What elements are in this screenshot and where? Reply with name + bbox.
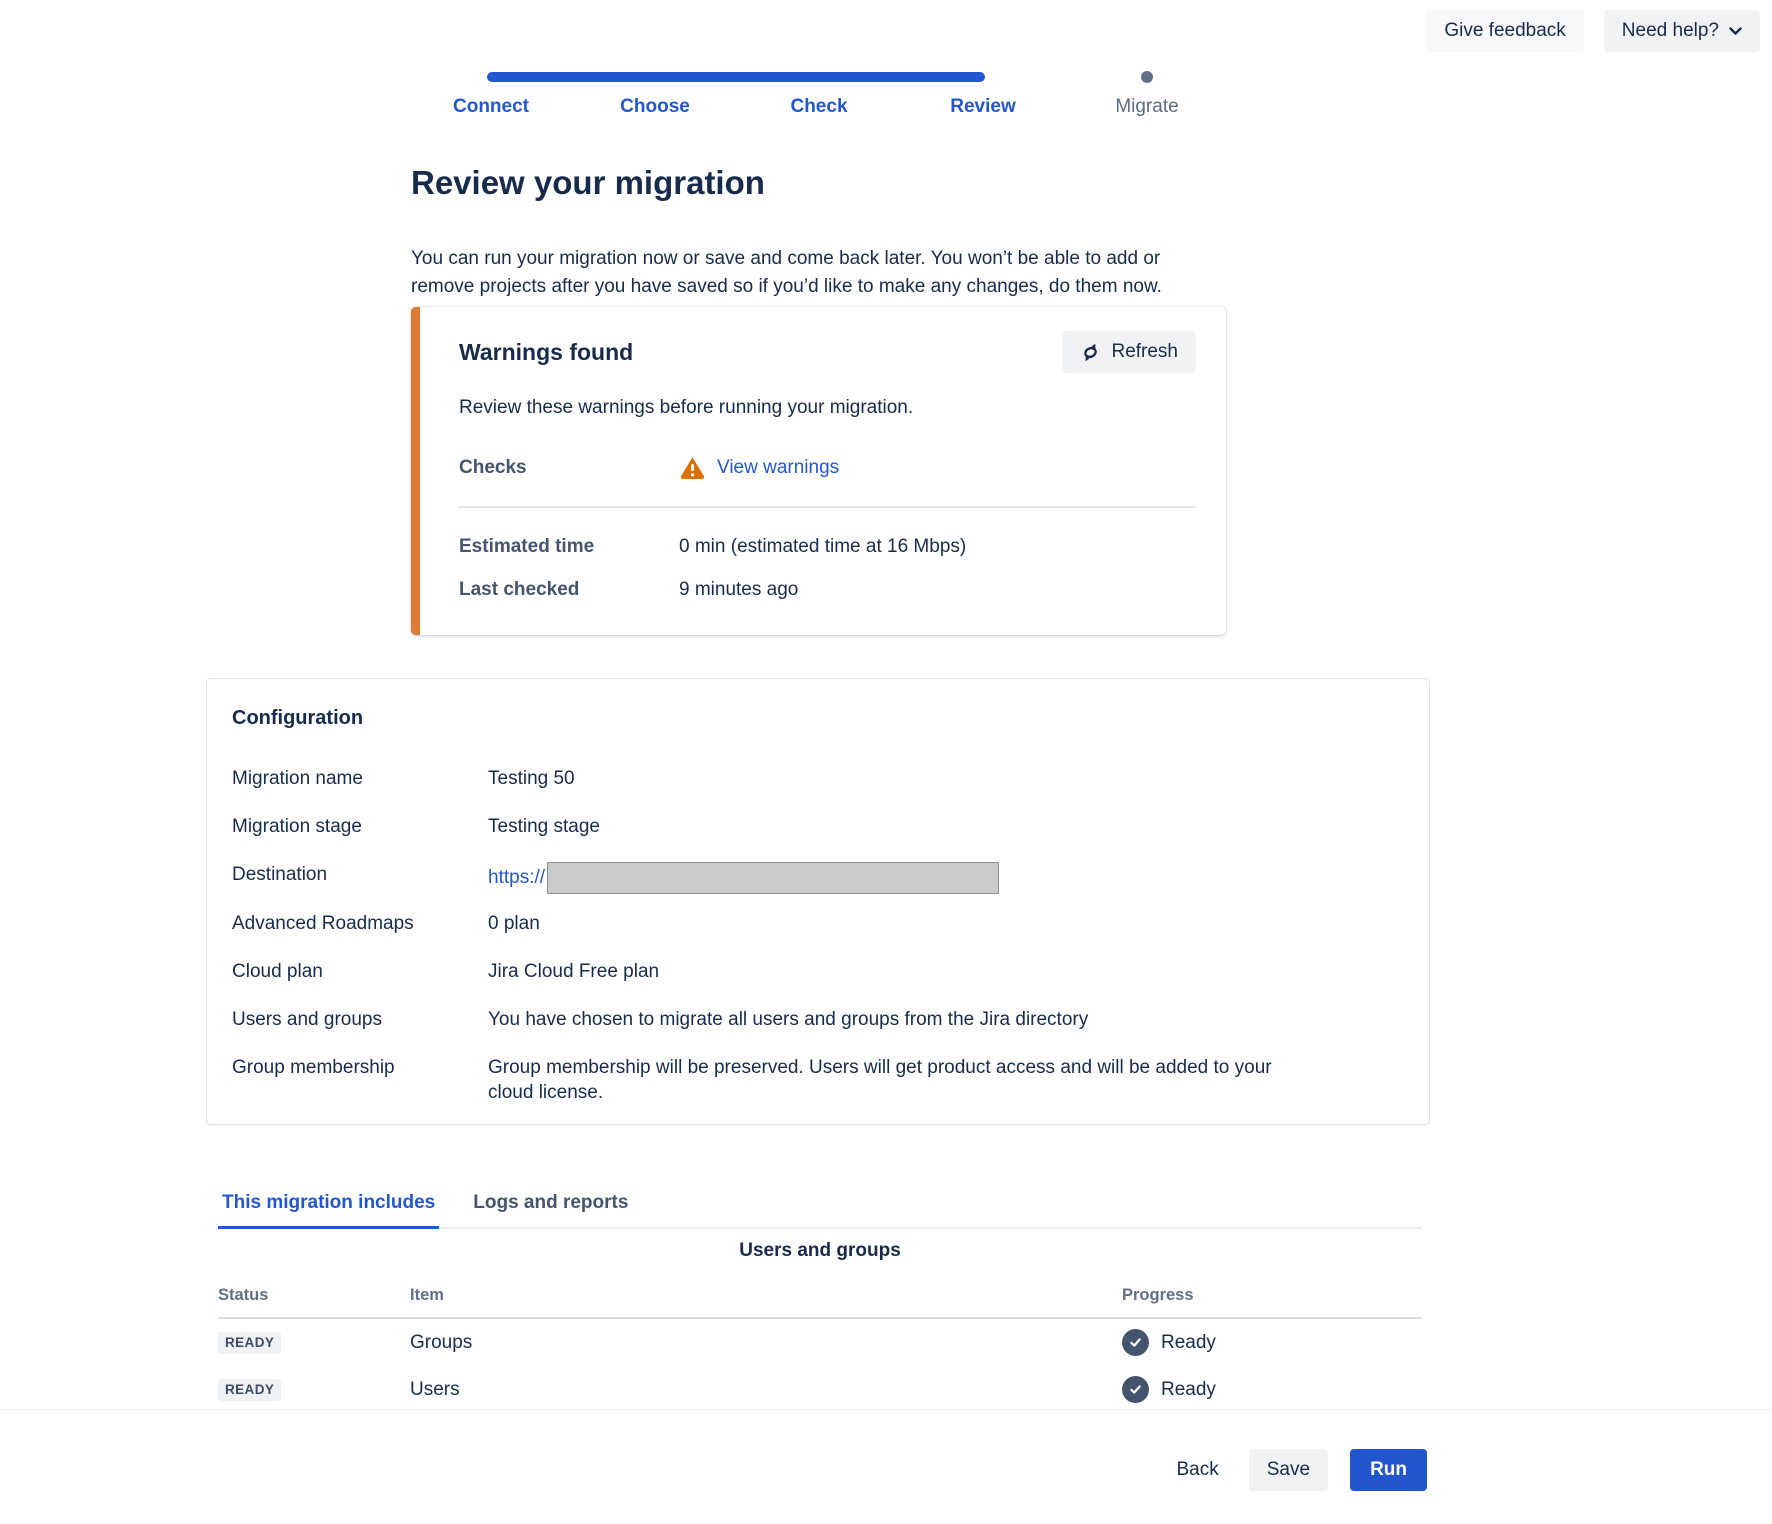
last-checked-label: Last checked: [459, 579, 679, 601]
details-tabs: This migration includes Logs and reports: [218, 1186, 1422, 1229]
checks-label: Checks: [459, 457, 679, 479]
warnings-divider: [459, 506, 1196, 508]
last-checked-value: 9 minutes ago: [679, 579, 798, 601]
stepper-progress-bar: [487, 72, 985, 82]
stepper-migrate-dot: [1141, 71, 1153, 83]
warnings-card: Warnings found Refresh Review these warn…: [411, 307, 1226, 635]
destination-link[interactable]: https://: [488, 867, 545, 888]
config-row-migration-stage: Migration stage Testing stage: [232, 814, 1399, 839]
step-connect: Connect: [453, 96, 529, 118]
table-row-users: READY Users Ready: [218, 1366, 1422, 1415]
top-action-bar: Give feedback Need help?: [1426, 10, 1760, 52]
need-help-button[interactable]: Need help?: [1604, 10, 1760, 52]
tab-this-migration-includes[interactable]: This migration includes: [218, 1188, 439, 1229]
progress-label: Ready: [1161, 1379, 1216, 1401]
warnings-card-title: Warnings found: [459, 339, 633, 366]
destination-redaction-box: [547, 862, 999, 894]
config-row-users-and-groups: Users and groups You have chosen to migr…: [232, 1007, 1399, 1032]
status-badge: READY: [218, 1379, 281, 1401]
back-button[interactable]: Back: [1169, 1449, 1227, 1491]
column-item: Item: [410, 1286, 1122, 1305]
configuration-title: Configuration: [232, 707, 1399, 730]
config-row-cloud-plan: Cloud plan Jira Cloud Free plan: [232, 959, 1399, 984]
refresh-label: Refresh: [1111, 341, 1178, 363]
estimated-time-label: Estimated time: [459, 536, 679, 558]
config-row-group-membership: Group membership Group membership will b…: [232, 1055, 1399, 1105]
item-label: Groups: [410, 1332, 1122, 1354]
run-button[interactable]: Run: [1350, 1449, 1427, 1491]
migration-progress-stepper: Connect Choose Check Review Migrate: [445, 60, 1225, 130]
check-circle-icon: [1122, 1376, 1149, 1403]
column-progress: Progress: [1122, 1286, 1422, 1305]
step-check: Check: [790, 96, 847, 118]
users-and-groups-table: Users and groups Status Item Progress RE…: [218, 1240, 1422, 1415]
configuration-card: Configuration Migration name Testing 50 …: [206, 678, 1430, 1125]
view-warnings-link[interactable]: View warnings: [717, 457, 839, 479]
page-title: Review your migration: [411, 164, 765, 202]
check-circle-icon: [1122, 1329, 1149, 1356]
need-help-label: Need help?: [1622, 20, 1719, 42]
chevron-down-icon: [1729, 27, 1742, 36]
table-header-row: Status Item Progress: [218, 1286, 1422, 1319]
item-label: Users: [410, 1379, 1122, 1401]
estimated-time-value: 0 min (estimated time at 16 Mbps): [679, 536, 966, 558]
step-review: Review: [950, 96, 1015, 118]
tab-logs-and-reports[interactable]: Logs and reports: [469, 1188, 632, 1229]
status-badge: READY: [218, 1332, 281, 1354]
config-row-destination: Destination https://: [232, 862, 1399, 894]
page-description: You can run your migration now or save a…: [411, 245, 1211, 301]
step-migrate: Migrate: [1115, 96, 1178, 118]
refresh-icon: [1080, 342, 1101, 363]
progress-label: Ready: [1161, 1332, 1216, 1354]
step-choose: Choose: [620, 96, 690, 118]
action-footer: Back Save Run: [0, 1409, 1772, 1524]
give-feedback-button[interactable]: Give feedback: [1426, 10, 1583, 52]
column-status: Status: [218, 1286, 410, 1305]
config-row-advanced-roadmaps: Advanced Roadmaps 0 plan: [232, 911, 1399, 936]
table-row-groups: READY Groups Ready: [218, 1319, 1422, 1366]
warning-triangle-icon: [679, 455, 706, 480]
warnings-description: Review these warnings before running you…: [459, 395, 1196, 421]
save-button[interactable]: Save: [1249, 1449, 1328, 1491]
config-row-migration-name: Migration name Testing 50: [232, 766, 1399, 791]
refresh-button[interactable]: Refresh: [1062, 331, 1196, 373]
table-title: Users and groups: [218, 1240, 1422, 1262]
